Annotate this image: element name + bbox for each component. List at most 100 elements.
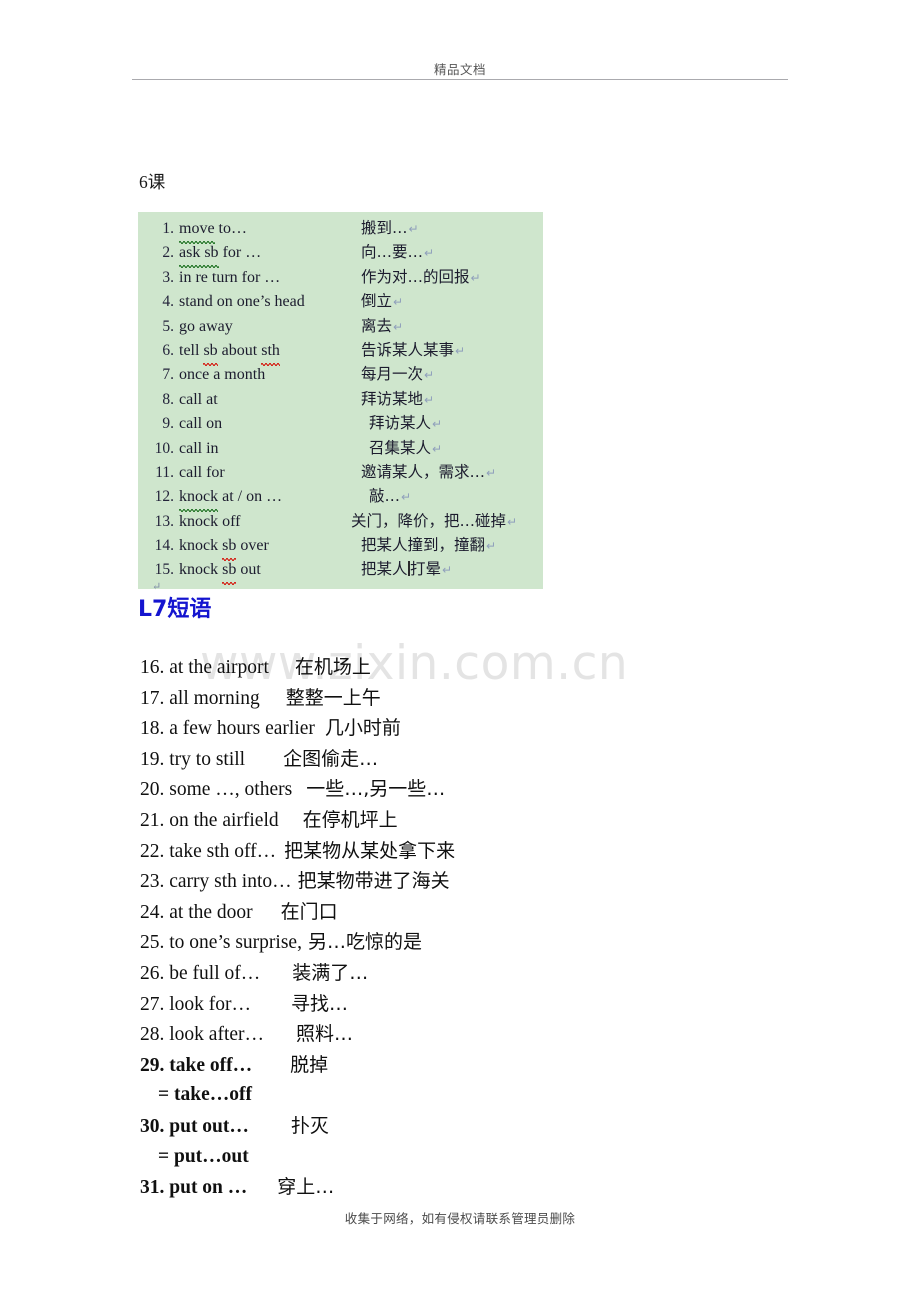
chinese-meaning: 邀请某人，需求…↵ <box>361 462 497 481</box>
english-phrase: knock off <box>179 512 241 530</box>
list-item: = take…off <box>140 1080 780 1111</box>
list-item: 27. look for… 寻找… <box>140 989 780 1020</box>
table-row: 9. call on 拜访某人↵ <box>138 411 543 435</box>
pilcrow-icon: ↵ <box>424 368 435 383</box>
chinese-meaning: 在机场上 <box>294 656 371 678</box>
chinese-meaning: 拜访某地↵ <box>361 389 435 408</box>
list-item: 23. carry sth into… 把某物带进了海关 <box>140 866 780 897</box>
row-number: 1. <box>162 220 174 237</box>
chinese-meaning: 倒立↵ <box>361 292 404 311</box>
grammar-squiggle: ask sb <box>179 241 219 269</box>
english-phrase: 28. look after… <box>140 1024 265 1046</box>
english-phrase: stand on one’s head <box>179 293 305 311</box>
row-number: 14. <box>154 537 174 555</box>
english-phrase: in re turn for … <box>179 268 281 286</box>
pilcrow-icon: ↵ <box>408 222 419 236</box>
phrase-table-lesson6: 1. move to… 搬到…↵ 2. ask sb for … 向…要…↵ 3. in re… <box>138 212 543 593</box>
row-number: 3. <box>162 268 174 286</box>
list-item: 20. some …, others 一些…,另一些… <box>140 774 780 805</box>
row-number: 11. <box>155 463 174 481</box>
list-item: 18. a few hours earlier 几小时前 <box>140 713 780 744</box>
text-cursor <box>408 561 410 577</box>
pilcrow-icon: ↵ <box>455 343 466 358</box>
english-phrase: 30. put out… <box>140 1115 249 1137</box>
table-row: 6. tell sb about sth 告诉某人某事↵ <box>138 338 543 367</box>
chinese-meaning: 脱掉 <box>290 1053 329 1076</box>
english-phrase: 29. take off… <box>140 1054 253 1076</box>
english-phrase: 23. carry sth into… <box>140 871 292 893</box>
english-phrase: 31. put on … <box>140 1177 248 1199</box>
page-footer: 收集于网络，如有侵权请联系管理员删除 <box>344 1211 576 1226</box>
chinese-meaning: 企图偷走… <box>283 747 379 770</box>
table-row: 3. in re turn for … 作为对…的回报↵ <box>138 265 543 289</box>
list-item: 16. at the airport 在机场上 <box>140 652 780 683</box>
chinese-meaning: 几小时前 <box>324 717 401 740</box>
pilcrow-icon: ↵ <box>432 441 443 456</box>
english-phrase: 17. all morning <box>140 687 260 709</box>
paragraph-end-mark: ↵ <box>152 580 162 593</box>
chinese-meaning: 作为对…的回报↵ <box>361 267 481 286</box>
chinese-meaning: 把某物从某处拿下来 <box>284 839 456 862</box>
list-item: 30. put out… 扑灭 <box>140 1111 780 1142</box>
english-phrase: call at <box>179 390 218 408</box>
list-item: 17. all morning 整整一上午 <box>140 683 780 714</box>
list-item: = put…out <box>140 1142 780 1173</box>
english-phrase: once a month <box>179 366 266 384</box>
chinese-meaning: 在停机坪上 <box>302 808 398 831</box>
chinese-meaning: 搬到…↵ <box>361 219 419 237</box>
chinese-meaning: 装满了… <box>292 961 369 984</box>
english-phrase: go away <box>179 317 233 335</box>
chinese-meaning: 在门口 <box>280 900 338 923</box>
english-phrase: = put…out <box>158 1145 249 1167</box>
pilcrow-icon: ↵ <box>401 490 412 505</box>
pilcrow-icon: ↵ <box>486 465 497 480</box>
list-item: 26. be full of… 装满了… <box>140 958 780 989</box>
pilcrow-icon: ↵ <box>442 563 453 578</box>
grammar-squiggle: move <box>179 217 215 245</box>
english-phrase: 25. to one’s surprise, <box>140 932 302 954</box>
row-number: 4. <box>162 293 174 311</box>
row-number: 8. <box>162 390 174 408</box>
page-header-title: 精品文档 <box>433 62 486 77</box>
chinese-meaning: 照料… <box>296 1023 354 1046</box>
chinese-meaning: 拜访某人↵ <box>369 414 443 433</box>
row-number: 13. <box>154 512 174 530</box>
chinese-meaning: 扑灭 <box>290 1114 329 1137</box>
row-number: 2. <box>162 244 174 262</box>
pilcrow-icon: ↵ <box>470 270 481 285</box>
pilcrow-icon: ↵ <box>424 246 435 261</box>
page-header: 精品文档 <box>132 62 788 80</box>
english-phrase: knock sb over <box>179 534 351 562</box>
row-number: 15. <box>154 561 174 579</box>
english-phrase: 22. take sth off… <box>140 840 277 862</box>
table-row: 10. call in 召集某人↵ <box>138 436 543 460</box>
pilcrow-icon: ↵ <box>432 417 443 432</box>
list-item: 22. take sth off… 把某物从某处拿下来 <box>140 836 780 867</box>
pilcrow-icon: ↵ <box>424 392 435 407</box>
row-number: 12. <box>154 488 174 506</box>
chinese-meaning: 敲…↵ <box>369 487 412 506</box>
table-row: 2. ask sb for … 向…要…↵ <box>138 240 543 269</box>
chinese-meaning: 把某人 打晕↵ <box>361 560 453 579</box>
chinese-meaning: 关门，降价，把…碰掉↵ <box>351 511 518 530</box>
list-item: 31. put on … 穿上… <box>140 1172 780 1203</box>
row-number: 10. <box>154 439 174 457</box>
table-row: 7. once a month 每月一次↵ <box>138 362 543 386</box>
spelling-squiggle: sb <box>203 339 218 367</box>
pilcrow-icon: ↵ <box>507 514 518 529</box>
phrase-list-lesson7: 16. at the airport 在机场上 17. all morning 整整一… <box>140 652 780 1203</box>
grammar-squiggle: knock <box>179 485 219 513</box>
pilcrow-icon: ↵ <box>393 295 404 310</box>
section-heading-l7: L7短语 <box>138 597 212 622</box>
english-phrase: 27. look for… <box>140 993 252 1015</box>
english-phrase: knock sb out <box>179 558 351 586</box>
english-phrase: = take…off <box>158 1084 252 1106</box>
english-phrase: 19. try to still <box>140 748 246 770</box>
chinese-meaning: 离去↵ <box>361 316 404 335</box>
english-phrase: 16. at the airport <box>140 657 269 678</box>
pilcrow-icon: ↵ <box>393 319 404 334</box>
chinese-meaning: 每月一次↵ <box>361 365 435 384</box>
pilcrow-icon: ↵ <box>486 539 497 554</box>
lesson-label: 6课 <box>139 172 166 192</box>
english-phrase: call in <box>179 439 219 457</box>
